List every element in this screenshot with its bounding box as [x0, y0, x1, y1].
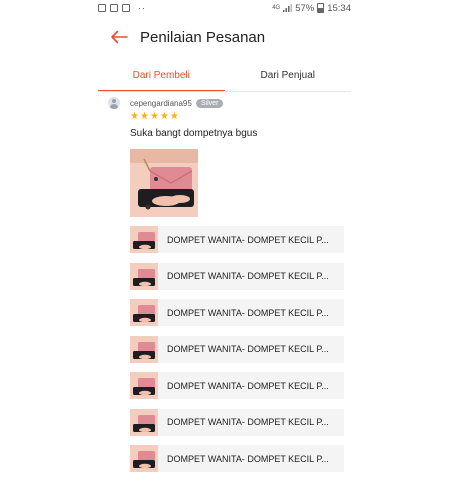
page-title: Penilaian Pesanan: [140, 28, 266, 46]
tab-dari-penjual[interactable]: Dari Penjual: [225, 58, 352, 92]
avatar[interactable]: [108, 97, 120, 109]
product-thumbnail: [130, 408, 158, 436]
product-item[interactable]: DOMPET WANITA- DOMPET KECIL P...: [130, 335, 344, 363]
product-name: DOMPET WANITA- DOMPET KECIL P...: [167, 234, 329, 245]
product-thumbnail: [130, 335, 158, 363]
review-tabs: Dari Pembeli Dari Penjual: [98, 58, 351, 92]
review-photo[interactable]: [130, 149, 198, 217]
battery-percent: 57%: [295, 2, 315, 14]
product-thumbnail: [130, 226, 158, 253]
product-item[interactable]: DOMPET WANITA- DOMPET KECIL P...: [130, 408, 344, 436]
product-name: DOMPET WANITA- DOMPET KECIL P...: [167, 380, 329, 391]
product-name: DOMPET WANITA- DOMPET KECIL P...: [167, 344, 329, 354]
product-thumbnail: [130, 262, 158, 290]
tabs-divider: [98, 91, 351, 92]
star-icon: ★: [130, 111, 139, 122]
tab-dari-pembeli[interactable]: Dari Pembeli: [98, 58, 225, 92]
product-thumbnail: [130, 372, 158, 399]
product-name: DOMPET WANITA- DOMPET KECIL P...: [167, 307, 329, 318]
signal-icon: [283, 4, 293, 12]
star-rating: ★ ★ ★ ★ ★: [130, 112, 179, 122]
star-icon: ★: [149, 111, 159, 122]
status-bar: ·· 4G 57% 15:34: [98, 0, 351, 16]
product-item[interactable]: DOMPET WANITA- DOMPET KECIL P...: [130, 299, 344, 326]
notification-icons: ··: [98, 3, 146, 13]
notification-icon: [110, 4, 118, 12]
back-button[interactable]: [100, 20, 138, 54]
wallet-photo-image: [130, 149, 198, 217]
clock: 15:34: [327, 2, 351, 14]
review-card: cepengardiana95 Silver ★ ★ ★ ★ ★ Suka ba…: [108, 95, 348, 217]
review-header: cepengardiana95 Silver: [108, 95, 348, 111]
reviewer-username: cepengardiana95: [130, 98, 192, 108]
network-type: 4G: [272, 5, 281, 11]
product-item[interactable]: DOMPET WANITA- DOMPET KECIL P...: [130, 445, 344, 472]
status-right: 4G 57% 15:34: [272, 3, 351, 14]
product-name: DOMPET WANITA- DOMPET KECIL P...: [167, 271, 329, 281]
battery-icon: [317, 3, 325, 13]
arrow-left-icon: [111, 30, 128, 44]
product-item[interactable]: DOMPET WANITA- DOMPET KECIL P...: [130, 226, 344, 253]
star-icon: ★: [139, 111, 149, 122]
product-list: DOMPET WANITA- DOMPET KECIL P... DOMPET W…: [130, 226, 344, 482]
app-bar: Penilaian Pesanan: [98, 20, 351, 54]
product-thumbnail: [130, 445, 158, 472]
product-item[interactable]: DOMPET WANITA- DOMPET KECIL P...: [130, 262, 344, 290]
star-icon: ★: [169, 111, 179, 122]
product-name: DOMPET WANITA- DOMPET KECIL P...: [167, 453, 329, 464]
notification-icon: [122, 4, 130, 12]
member-badge: Silver: [195, 98, 224, 108]
product-name: DOMPET WANITA- DOMPET KECIL P...: [167, 417, 329, 427]
notification-icon: [98, 4, 106, 12]
star-icon: ★: [159, 111, 169, 122]
product-item[interactable]: DOMPET WANITA- DOMPET KECIL P...: [130, 372, 344, 399]
product-thumbnail: [130, 299, 158, 326]
more-notifications-indicator: ··: [138, 3, 146, 13]
review-comment: Suka bangt dompetnya bgus: [130, 128, 258, 139]
